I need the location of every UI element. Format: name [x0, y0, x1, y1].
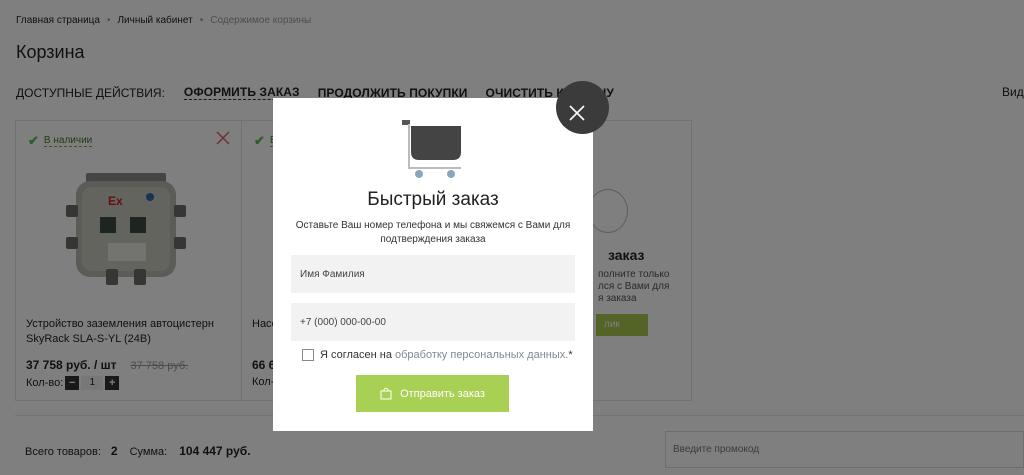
consent-checkbox[interactable]: [302, 349, 314, 361]
submit-order-button[interactable]: Отправить заказ: [356, 375, 509, 412]
close-button[interactable]: [556, 81, 609, 134]
consent-link[interactable]: обработку персональных данных.: [395, 349, 568, 361]
shopping-cart-icon: [402, 120, 461, 178]
consent-text: Я согласен на: [320, 349, 392, 361]
consent-row: Я согласен на обработку персональных дан…: [302, 349, 573, 361]
shopping-bag-icon: [380, 387, 392, 400]
consent-required-mark: *: [568, 349, 573, 361]
name-field[interactable]: [291, 255, 575, 293]
phone-field[interactable]: [291, 303, 575, 341]
submit-order-label: Отправить заказ: [400, 387, 485, 400]
quick-order-modal: Быстрый заказ Оставьте Ваш номер телефон…: [273, 81, 609, 431]
modal-description: Оставьте Ваш номер телефона и мы свяжемс…: [295, 220, 571, 245]
modal-title: Быстрый заказ: [367, 189, 499, 210]
close-icon: [569, 105, 585, 121]
